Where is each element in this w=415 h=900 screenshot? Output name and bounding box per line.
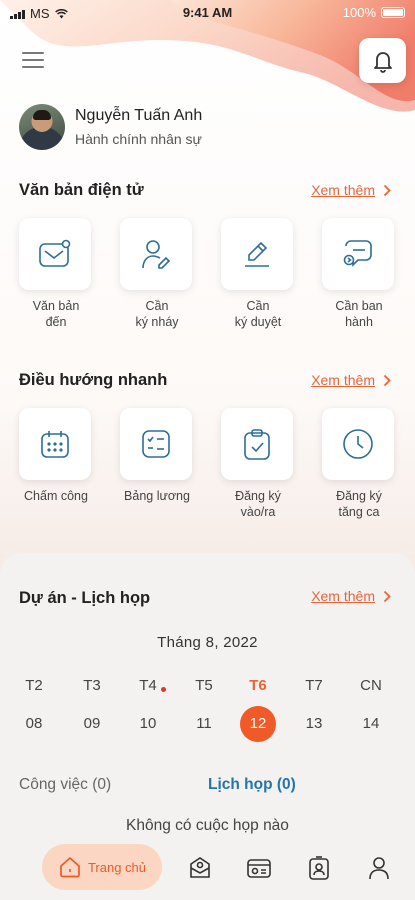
home-screen: MS 9:41 AM 100% Nguyễn Tuấn Anh Hành chí… <box>0 0 415 900</box>
pen-sign-icon <box>245 241 269 267</box>
checklist-icon <box>142 430 170 458</box>
schedule-section-title: Dự án - Lịch họp <box>19 589 151 607</box>
user-edit-icon <box>142 240 171 269</box>
id-card-icon <box>247 859 271 878</box>
documents-section-title: Văn bản điện tử <box>19 181 144 199</box>
nav-home[interactable]: Trang chủ <box>42 844 162 890</box>
bottom-navigation: Trang chủ <box>0 840 415 900</box>
weekday-label: T7 <box>305 677 323 694</box>
tile-payroll[interactable]: Bảng lương <box>120 408 194 504</box>
calendar-date[interactable]: 13 <box>296 706 332 742</box>
notification-button[interactable] <box>359 38 406 83</box>
quick-nav-section-title: Điều hướng nhanh <box>19 371 168 389</box>
tab-meetings[interactable]: Lịch họp (0) <box>208 776 296 794</box>
tile-need-approve[interactable]: Cần ký duyệt <box>221 218 295 330</box>
chevron-right-icon <box>383 590 391 602</box>
tile-label: Đăng ký tăng ca <box>336 489 382 519</box>
documents-grid: Văn bản đến Cần ký nháy Cần ký duyệt Cần… <box>0 218 415 338</box>
tile-label: Đăng ký vào/ra <box>235 489 281 519</box>
calendar-icon <box>41 431 69 458</box>
quick-nav-grid: Chấm công Bảng lương Đăng ký vào/ra Đăng… <box>0 408 415 528</box>
empty-message: Không có cuộc họp nào <box>126 817 289 834</box>
tile-label: Cần ban hành <box>335 299 383 329</box>
documents-see-more-link[interactable]: Xem thêm <box>311 182 391 198</box>
user-role: Hành chính nhân sự <box>75 131 202 147</box>
nav-id-card[interactable] <box>245 854 273 882</box>
tile-label: Cần ký duyệt <box>234 299 282 329</box>
calendar-date[interactable]: 11 <box>186 706 222 742</box>
bell-icon <box>373 51 392 73</box>
see-more-label: Xem thêm <box>311 182 375 198</box>
tile-overtime[interactable]: Đăng ký tăng ca <box>322 408 396 520</box>
chevron-right-icon <box>383 374 391 386</box>
tile-need-initial[interactable]: Cần ký nháy <box>120 218 194 330</box>
battery-percent: 100% <box>342 5 376 20</box>
battery-icon <box>381 7 405 18</box>
weekday-label: T6 <box>249 677 267 694</box>
nav-mail[interactable] <box>186 854 214 882</box>
chevron-right-icon <box>383 184 391 196</box>
tile-incoming-docs[interactable]: Văn bản đến <box>19 218 93 330</box>
calendar-date[interactable]: 09 <box>74 706 110 742</box>
avatar <box>19 104 65 150</box>
tile-label: Bảng lương <box>124 489 190 503</box>
calendar-date[interactable]: 14 <box>353 706 389 742</box>
calendar-date[interactable]: 12 <box>240 706 276 742</box>
calendar-date[interactable]: 08 <box>16 706 52 742</box>
event-dot <box>161 687 166 692</box>
nav-contacts[interactable] <box>305 854 333 882</box>
schedule-see-more-link[interactable]: Xem thêm <box>311 588 391 604</box>
mail-user-icon <box>190 857 210 878</box>
status-right: 100% <box>343 5 405 20</box>
user-name: Nguyễn Tuấn Anh <box>75 107 203 124</box>
tile-label: Cần ký nháy <box>135 299 179 329</box>
contact-badge-icon <box>309 856 329 880</box>
see-more-label: Xem thêm <box>311 588 375 604</box>
chat-publish-icon <box>343 240 372 267</box>
tile-need-publish[interactable]: Cần ban hành <box>322 218 396 330</box>
clipboard-check-icon <box>244 429 270 460</box>
weekday-label: CN <box>360 677 382 694</box>
inbox-mail-icon <box>39 239 71 267</box>
nav-home-label: Trang chủ <box>87 859 147 875</box>
tile-label: Chấm công <box>24 489 88 503</box>
calendar-date[interactable]: 10 <box>130 706 166 742</box>
weekday-label: T3 <box>83 677 101 694</box>
tile-timekeeping[interactable]: Chấm công <box>19 408 93 504</box>
weekday-label: T5 <box>195 677 213 694</box>
clock-icon <box>343 429 373 459</box>
tile-label: Văn bản đến <box>32 299 80 329</box>
profile-icon <box>369 857 389 880</box>
tile-checkin-out[interactable]: Đăng ký vào/ra <box>221 408 295 520</box>
tab-tasks[interactable]: Công việc (0) <box>19 776 111 794</box>
user-profile[interactable]: Nguyễn Tuấn Anh Hành chính nhân sự <box>19 104 202 150</box>
hamburger-menu-icon[interactable] <box>22 52 44 70</box>
calendar-month: Tháng 8, 2022 <box>157 634 258 651</box>
status-bar: MS 9:41 AM 100% <box>0 0 415 26</box>
home-icon <box>60 857 80 878</box>
nav-profile[interactable] <box>365 854 393 882</box>
see-more-label: Xem thêm <box>311 372 375 388</box>
weekday-label: T2 <box>25 677 43 694</box>
quick-nav-see-more-link[interactable]: Xem thêm <box>311 372 391 388</box>
